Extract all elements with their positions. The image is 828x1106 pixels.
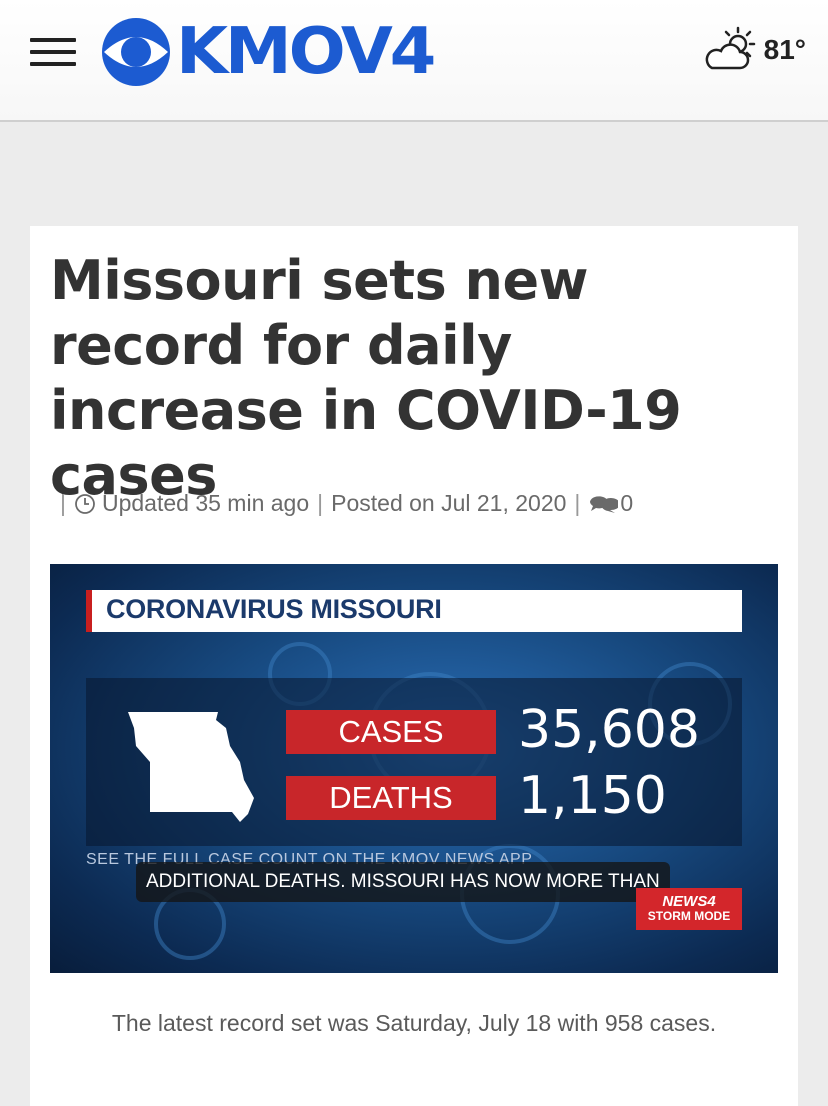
article-meta: | Updated 35 min ago | Posted on Jul 21,… xyxy=(52,490,633,517)
deaths-value: 1,150 xyxy=(518,766,667,826)
temperature: 81° xyxy=(763,34,806,65)
cases-value: 35,608 xyxy=(518,700,700,760)
posted-date: Posted on Jul 21, 2020 xyxy=(331,490,567,516)
deaths-label: DEATHS xyxy=(286,776,496,820)
updated-time: Updated 35 min ago xyxy=(101,490,310,516)
station-bug: NEWS4 STORM MODE xyxy=(636,888,742,930)
missouri-map-icon xyxy=(128,712,254,822)
weather-widget[interactable]: 81° xyxy=(704,26,806,74)
article-summary: The latest record set was Saturday, July… xyxy=(111,1010,717,1036)
meta-divider: | xyxy=(60,490,66,516)
meta-divider: | xyxy=(574,490,581,516)
graphic-title: CORONAVIRUS MISSOURI xyxy=(106,594,442,624)
article-card: Missouri sets new record for daily incre… xyxy=(30,226,798,1106)
site-logo[interactable]: KMOV4 xyxy=(100,16,436,88)
closed-caption: ADDITIONAL DEATHS. MISSOURI HAS NOW MORE… xyxy=(136,862,670,902)
comments-icon[interactable] xyxy=(588,493,619,515)
comment-count[interactable]: 0 xyxy=(620,490,633,517)
logo-text: KMOV4 xyxy=(176,15,436,89)
menu-icon[interactable] xyxy=(30,38,76,66)
clock-icon xyxy=(75,493,95,514)
article-headline: Missouri sets new record for daily incre… xyxy=(50,249,682,507)
article-video[interactable]: CORONAVIRUS MISSOURI CASES 35,608 DEATHS… xyxy=(50,564,778,973)
partly-sunny-icon xyxy=(705,26,755,70)
bug-line-2: STORM MODE xyxy=(647,909,731,923)
stats-panel: CASES 35,608 DEATHS 1,150 xyxy=(86,678,742,846)
bug-line-1: NEWS4 xyxy=(662,893,716,910)
site-header: KMOV4 81° xyxy=(0,0,828,122)
meta-divider: | xyxy=(317,490,324,516)
graphic-title-bar: CORONAVIRUS MISSOURI xyxy=(86,590,742,632)
cases-label: CASES xyxy=(286,710,496,754)
cbs-eye-icon xyxy=(102,18,170,86)
